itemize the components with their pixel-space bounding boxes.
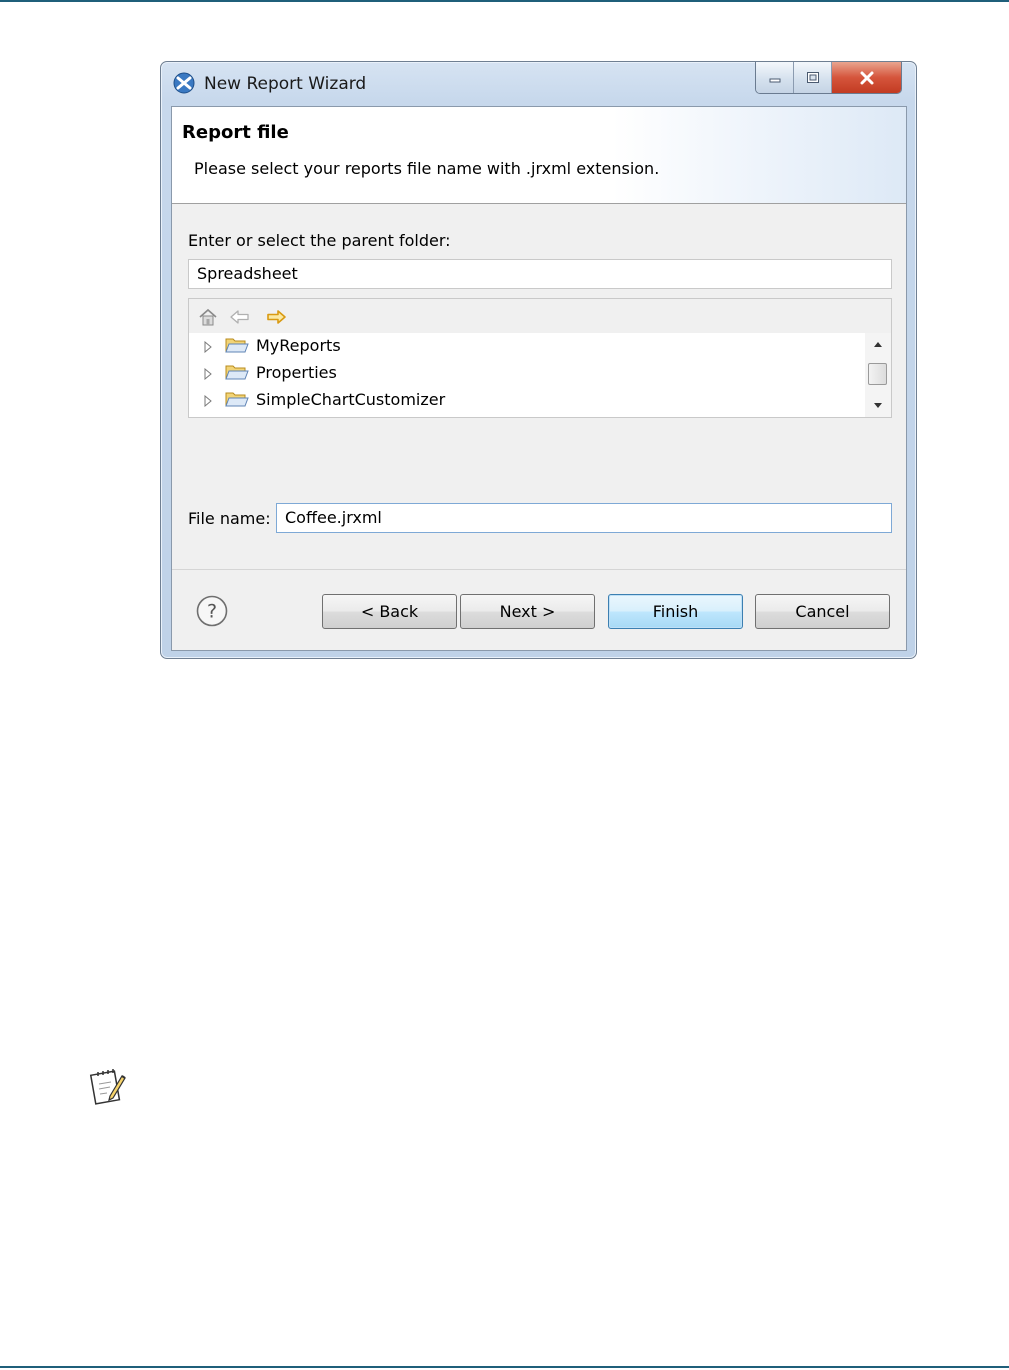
folder-icon xyxy=(225,392,249,407)
page-bottom-rule xyxy=(0,1366,1009,1368)
expand-arrow-icon[interactable] xyxy=(203,341,213,353)
back-button[interactable]: < Back xyxy=(322,594,457,629)
tree-item-myreports[interactable]: MyReports xyxy=(189,333,865,360)
expand-arrow-icon[interactable] xyxy=(203,395,213,407)
maximize-icon xyxy=(806,71,819,83)
scroll-up-arrow-icon[interactable] xyxy=(865,333,891,355)
file-name-label: File name: xyxy=(188,509,271,528)
scroll-thumb[interactable] xyxy=(868,363,887,385)
tree-item-properties[interactable]: Properties xyxy=(189,360,865,387)
maximize-button[interactable] xyxy=(794,62,832,93)
note-icon xyxy=(89,1069,126,1105)
expand-arrow-icon[interactable] xyxy=(203,368,213,380)
finish-button[interactable]: Finish xyxy=(608,594,743,629)
folder-icon xyxy=(225,338,249,353)
close-button[interactable] xyxy=(832,62,901,93)
folder-icon xyxy=(225,365,249,380)
next-button[interactable]: Next > xyxy=(460,594,595,629)
minimize-button[interactable] xyxy=(756,62,794,93)
tree-item-simplechartcustomizer[interactable]: SimpleChartCustomizer xyxy=(189,387,865,414)
page-title: Report file xyxy=(182,122,289,143)
back-arrow-icon[interactable] xyxy=(229,307,251,327)
tree-vertical-scrollbar[interactable] xyxy=(865,333,891,417)
app-icon xyxy=(173,72,195,94)
parent-folder-label: Enter or select the parent folder: xyxy=(188,231,451,250)
window-title: New Report Wizard xyxy=(204,74,367,94)
dialog-client-area: Report file Please select your reports f… xyxy=(171,106,907,651)
tree-item-label: Properties xyxy=(256,363,337,382)
help-icon[interactable]: ? xyxy=(196,595,228,627)
parent-folder-input[interactable]: Spreadsheet xyxy=(188,259,892,289)
wizard-banner: Report file Please select your reports f… xyxy=(172,107,906,204)
tree-item-label: MyReports xyxy=(256,336,341,355)
cancel-button[interactable]: Cancel xyxy=(755,594,890,629)
window-controls xyxy=(755,62,902,94)
page-description: Please select your reports file name wit… xyxy=(194,159,660,178)
file-name-input[interactable]: Coffee.jrxml xyxy=(276,503,892,533)
folder-list: MyReports Properties SimpleChartCustomiz… xyxy=(189,333,865,417)
tree-toolbar xyxy=(189,299,891,333)
folder-tree: MyReports Properties SimpleChartCustomiz… xyxy=(188,298,892,418)
close-icon xyxy=(860,71,873,84)
minimize-icon xyxy=(769,78,780,82)
new-report-wizard-dialog: New Report Wizard Report file Please sel… xyxy=(160,61,917,659)
button-bar-separator xyxy=(172,569,906,570)
forward-arrow-icon[interactable] xyxy=(265,307,287,327)
page-top-rule xyxy=(0,0,1009,2)
title-bar[interactable]: New Report Wizard xyxy=(161,62,916,106)
scroll-down-arrow-icon[interactable] xyxy=(865,395,891,417)
tree-item-label: SimpleChartCustomizer xyxy=(256,390,446,409)
svg-text:?: ? xyxy=(207,601,217,623)
home-icon[interactable] xyxy=(197,307,219,327)
